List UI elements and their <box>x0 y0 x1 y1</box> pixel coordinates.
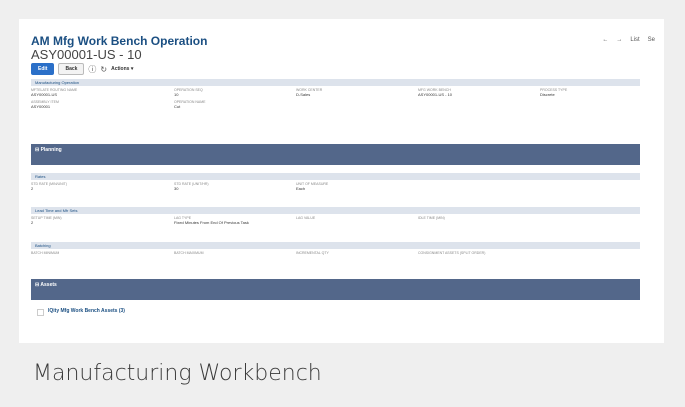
caption: Manufacturing Workbench <box>33 361 322 386</box>
setup-time-field: SETUP TIME (MIN) 2 <box>31 216 62 225</box>
batch-minimum-field: BATCH MINIMUM <box>31 251 60 255</box>
assembly-item-field: ASSEMBLY ITEM ASY00001 <box>31 100 59 109</box>
assets-sublist-title[interactable]: IQity Mfg Work Bench Assets (3) <box>48 308 125 314</box>
process-type-field: PROCESS TYPE Discrete <box>540 88 568 97</box>
work-center-field: WORK CENTER D-Sales <box>296 88 323 97</box>
record-navigation: ← → List Se <box>602 37 655 43</box>
consignment-field: CONSIGNMENT ASSETS (SPLIT ORDER) <box>418 251 486 255</box>
search-link[interactable]: Se <box>648 37 655 43</box>
list-link[interactable]: List <box>630 37 639 43</box>
std-rate-unit-field: STD RATE (UNIT/HR) 30 <box>174 182 209 191</box>
batching-bar: Batching <box>31 242 640 249</box>
idle-time-field: IDLE TIME (MIN) <box>418 216 445 220</box>
operation-name-field: OPERATION NAME Cut <box>174 100 206 109</box>
mfg-work-bench-field: MFG WORK BENCH ASY00001-US - 10 <box>418 88 453 97</box>
actions-menu[interactable]: Actions ▾ <box>111 66 133 72</box>
rates-bar: Rates <box>31 173 640 180</box>
record-name: ASY00001-US - 10 <box>31 47 142 62</box>
info-icon[interactable]: ⓘ <box>88 64 96 75</box>
incremental-qty-field: INCREMENTAL QTY <box>296 251 329 255</box>
next-icon[interactable]: → <box>616 37 622 43</box>
unit-of-measure-field: UNIT OF MEASURE Each <box>296 182 329 191</box>
refresh-icon[interactable]: ↻ <box>100 65 107 74</box>
lead-time-bar: Lead Time and Mfr Sets <box>31 207 640 214</box>
routing-name-field: MFTELATE ROUTING NAME ASY00001-US <box>31 88 78 97</box>
operation-seq-field: OPERATION SEQ 10 <box>174 88 203 97</box>
page-title: AM Mfg Work Bench Operation <box>31 34 208 48</box>
planning-section[interactable]: ⊟ Planning <box>31 144 640 165</box>
manufacturing-operation-bar: Manufacturing Operation <box>31 79 640 86</box>
sublist-checkbox[interactable] <box>37 309 44 316</box>
previous-icon[interactable]: ← <box>602 37 608 43</box>
batch-maximum-field: BATCH MAXIMUM <box>174 251 204 255</box>
std-rate-min-field: STD RATE (MIN/UNIT) 2 <box>31 182 67 191</box>
assets-section[interactable]: ⊟ Assets <box>31 279 640 300</box>
toolbar: Edit Back ⓘ ↻ Actions ▾ <box>31 63 133 75</box>
lag-type-field: LAG TYPE Fixed Minutes From End Of Previo… <box>174 216 249 225</box>
back-button[interactable]: Back <box>58 63 85 75</box>
edit-button[interactable]: Edit <box>31 63 55 75</box>
lag-value-field: LAG VALUE <box>296 216 316 220</box>
